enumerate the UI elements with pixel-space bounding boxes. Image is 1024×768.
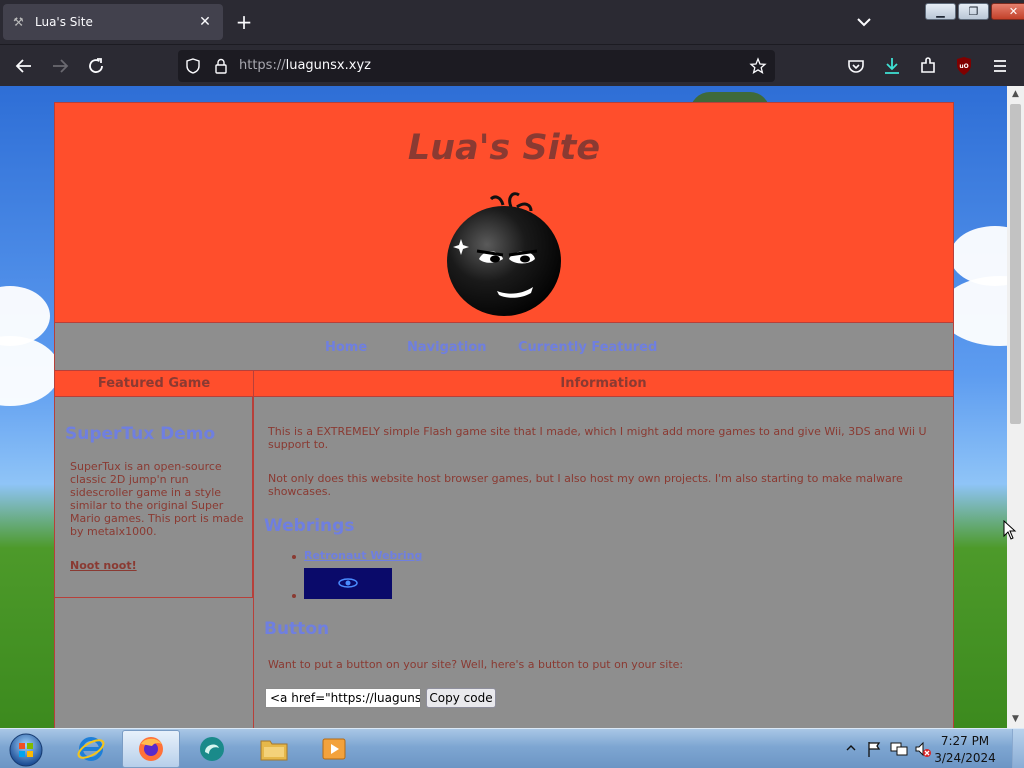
minimize-icon: ▁: [936, 5, 945, 18]
featured-game-description: SuperTux is an open-source classic 2D ju…: [70, 460, 244, 538]
taskbar-firefox[interactable]: [122, 730, 180, 768]
nav-link-home[interactable]: Home: [325, 340, 367, 356]
action-center-flag-icon[interactable]: [866, 740, 882, 758]
ublock-origin-icon[interactable]: uO: [952, 54, 976, 78]
button-heading: Button: [264, 619, 330, 639]
taskbar-media-player[interactable]: [306, 730, 364, 768]
restore-button[interactable]: ❐: [958, 3, 989, 20]
list-bullet: [292, 555, 296, 559]
nav-link-currently-featured[interactable]: Currently Featured: [518, 340, 657, 356]
site-container: Lua's Site Home Navigation Currently Fea…: [54, 102, 954, 728]
media-player-icon: [322, 738, 346, 760]
url-scheme: https://: [239, 58, 286, 73]
navigation-toolbar: https://luagunsx.xyz uO: [0, 44, 1024, 86]
info-paragraph-1: This is a EXTREMELY simple Flash game si…: [268, 425, 927, 451]
forward-icon[interactable]: [48, 54, 72, 78]
taskbar: 7:27 PM 3/24/2024: [0, 728, 1024, 768]
clock-date[interactable]: 3/24/2024: [930, 751, 1000, 765]
featured-game-heading: Featured Game: [55, 371, 253, 397]
new-tab-button[interactable]: +: [232, 10, 256, 34]
svg-text:uO: uO: [959, 63, 968, 70]
webring-logo-icon: [338, 578, 358, 588]
scrollbar-thumb[interactable]: [1010, 104, 1021, 424]
back-icon[interactable]: [12, 54, 36, 78]
mouse-cursor-icon: [1003, 520, 1017, 540]
featured-game-panel: SuperTux Demo SuperTux is an open-source…: [55, 397, 253, 598]
url-text[interactable]: https://luagunsx.xyz: [239, 58, 371, 74]
shield-icon[interactable]: [184, 57, 202, 75]
chat-app-icon: [200, 737, 224, 761]
button-instructions: Want to put a button on your site? Well,…: [268, 658, 684, 671]
minimize-button[interactable]: ▁: [925, 3, 956, 20]
webrings-heading: Webrings: [264, 516, 355, 536]
button-code-field[interactable]: <a href="https://luagunsx: [265, 688, 421, 708]
address-bar[interactable]: https://luagunsx.xyz: [178, 50, 775, 82]
webring-banner-image[interactable]: [304, 568, 392, 599]
extensions-icon[interactable]: [916, 54, 940, 78]
url-host: luagunsx.xyz: [285, 58, 371, 73]
taskbar-internet-explorer[interactable]: [62, 730, 120, 768]
tab-strip: ⚒ Lua's Site ✕ + ▁ ❐ ✕: [0, 0, 1024, 44]
info-paragraph-2: Not only does this website host browser …: [268, 472, 903, 498]
pocket-icon[interactable]: [844, 54, 868, 78]
site-header: Lua's Site: [55, 103, 953, 323]
information-heading: Information: [254, 371, 953, 397]
scroll-up-icon[interactable]: ▲: [1010, 89, 1021, 99]
close-window-button[interactable]: ✕: [991, 3, 1024, 20]
browser-tab[interactable]: ⚒ Lua's Site ✕: [3, 4, 223, 40]
close-icon: ✕: [1008, 5, 1019, 18]
taskbar-file-explorer[interactable]: [246, 730, 304, 768]
show-desktop-button[interactable]: [1012, 729, 1024, 768]
clock-time[interactable]: 7:27 PM: [930, 734, 1000, 748]
lock-icon[interactable]: [212, 57, 230, 75]
featured-game-link[interactable]: Noot noot!: [70, 559, 137, 572]
scroll-down-icon[interactable]: ▼: [1010, 714, 1021, 724]
site-navigation: Home Navigation Currently Featured: [55, 323, 953, 371]
restore-icon: ❐: [968, 5, 979, 18]
show-hidden-icons-icon[interactable]: [846, 743, 856, 753]
tab-title: Lua's Site: [35, 15, 93, 29]
background-cloud: [0, 336, 60, 406]
close-tab-icon[interactable]: ✕: [196, 13, 214, 31]
site-favicon-icon: ⚒: [13, 15, 24, 29]
window-controls: ▁ ❐ ✕: [925, 3, 1024, 21]
network-icon[interactable]: [890, 740, 908, 758]
taskbar-app-chat[interactable]: [184, 730, 242, 768]
internet-explorer-icon: [77, 737, 105, 761]
start-button-icon[interactable]: [6, 731, 46, 767]
list-bullet: [292, 594, 296, 598]
page-viewport: Lua's Site Home Navigation Currently Fea…: [0, 86, 1007, 728]
downloads-icon[interactable]: [880, 54, 904, 78]
bomb-mascot-icon: [447, 192, 561, 316]
retronaut-webring-link[interactable]: Retronaut Webring: [304, 549, 422, 563]
nav-link-navigation[interactable]: Navigation: [407, 340, 487, 356]
reload-icon[interactable]: [84, 54, 108, 78]
site-title: Lua's Site: [407, 128, 601, 168]
featured-game-title[interactable]: SuperTux Demo: [65, 424, 215, 444]
copy-code-button[interactable]: Copy code: [426, 688, 496, 708]
page-scrollbar[interactable]: ▲ ▼: [1007, 86, 1024, 728]
folder-icon: [260, 740, 288, 761]
chevron-down-icon[interactable]: [854, 12, 874, 32]
firefox-icon: [139, 737, 163, 761]
menu-icon[interactable]: [988, 54, 1012, 78]
bookmark-star-icon[interactable]: [749, 57, 767, 75]
column-divider: [253, 371, 254, 728]
